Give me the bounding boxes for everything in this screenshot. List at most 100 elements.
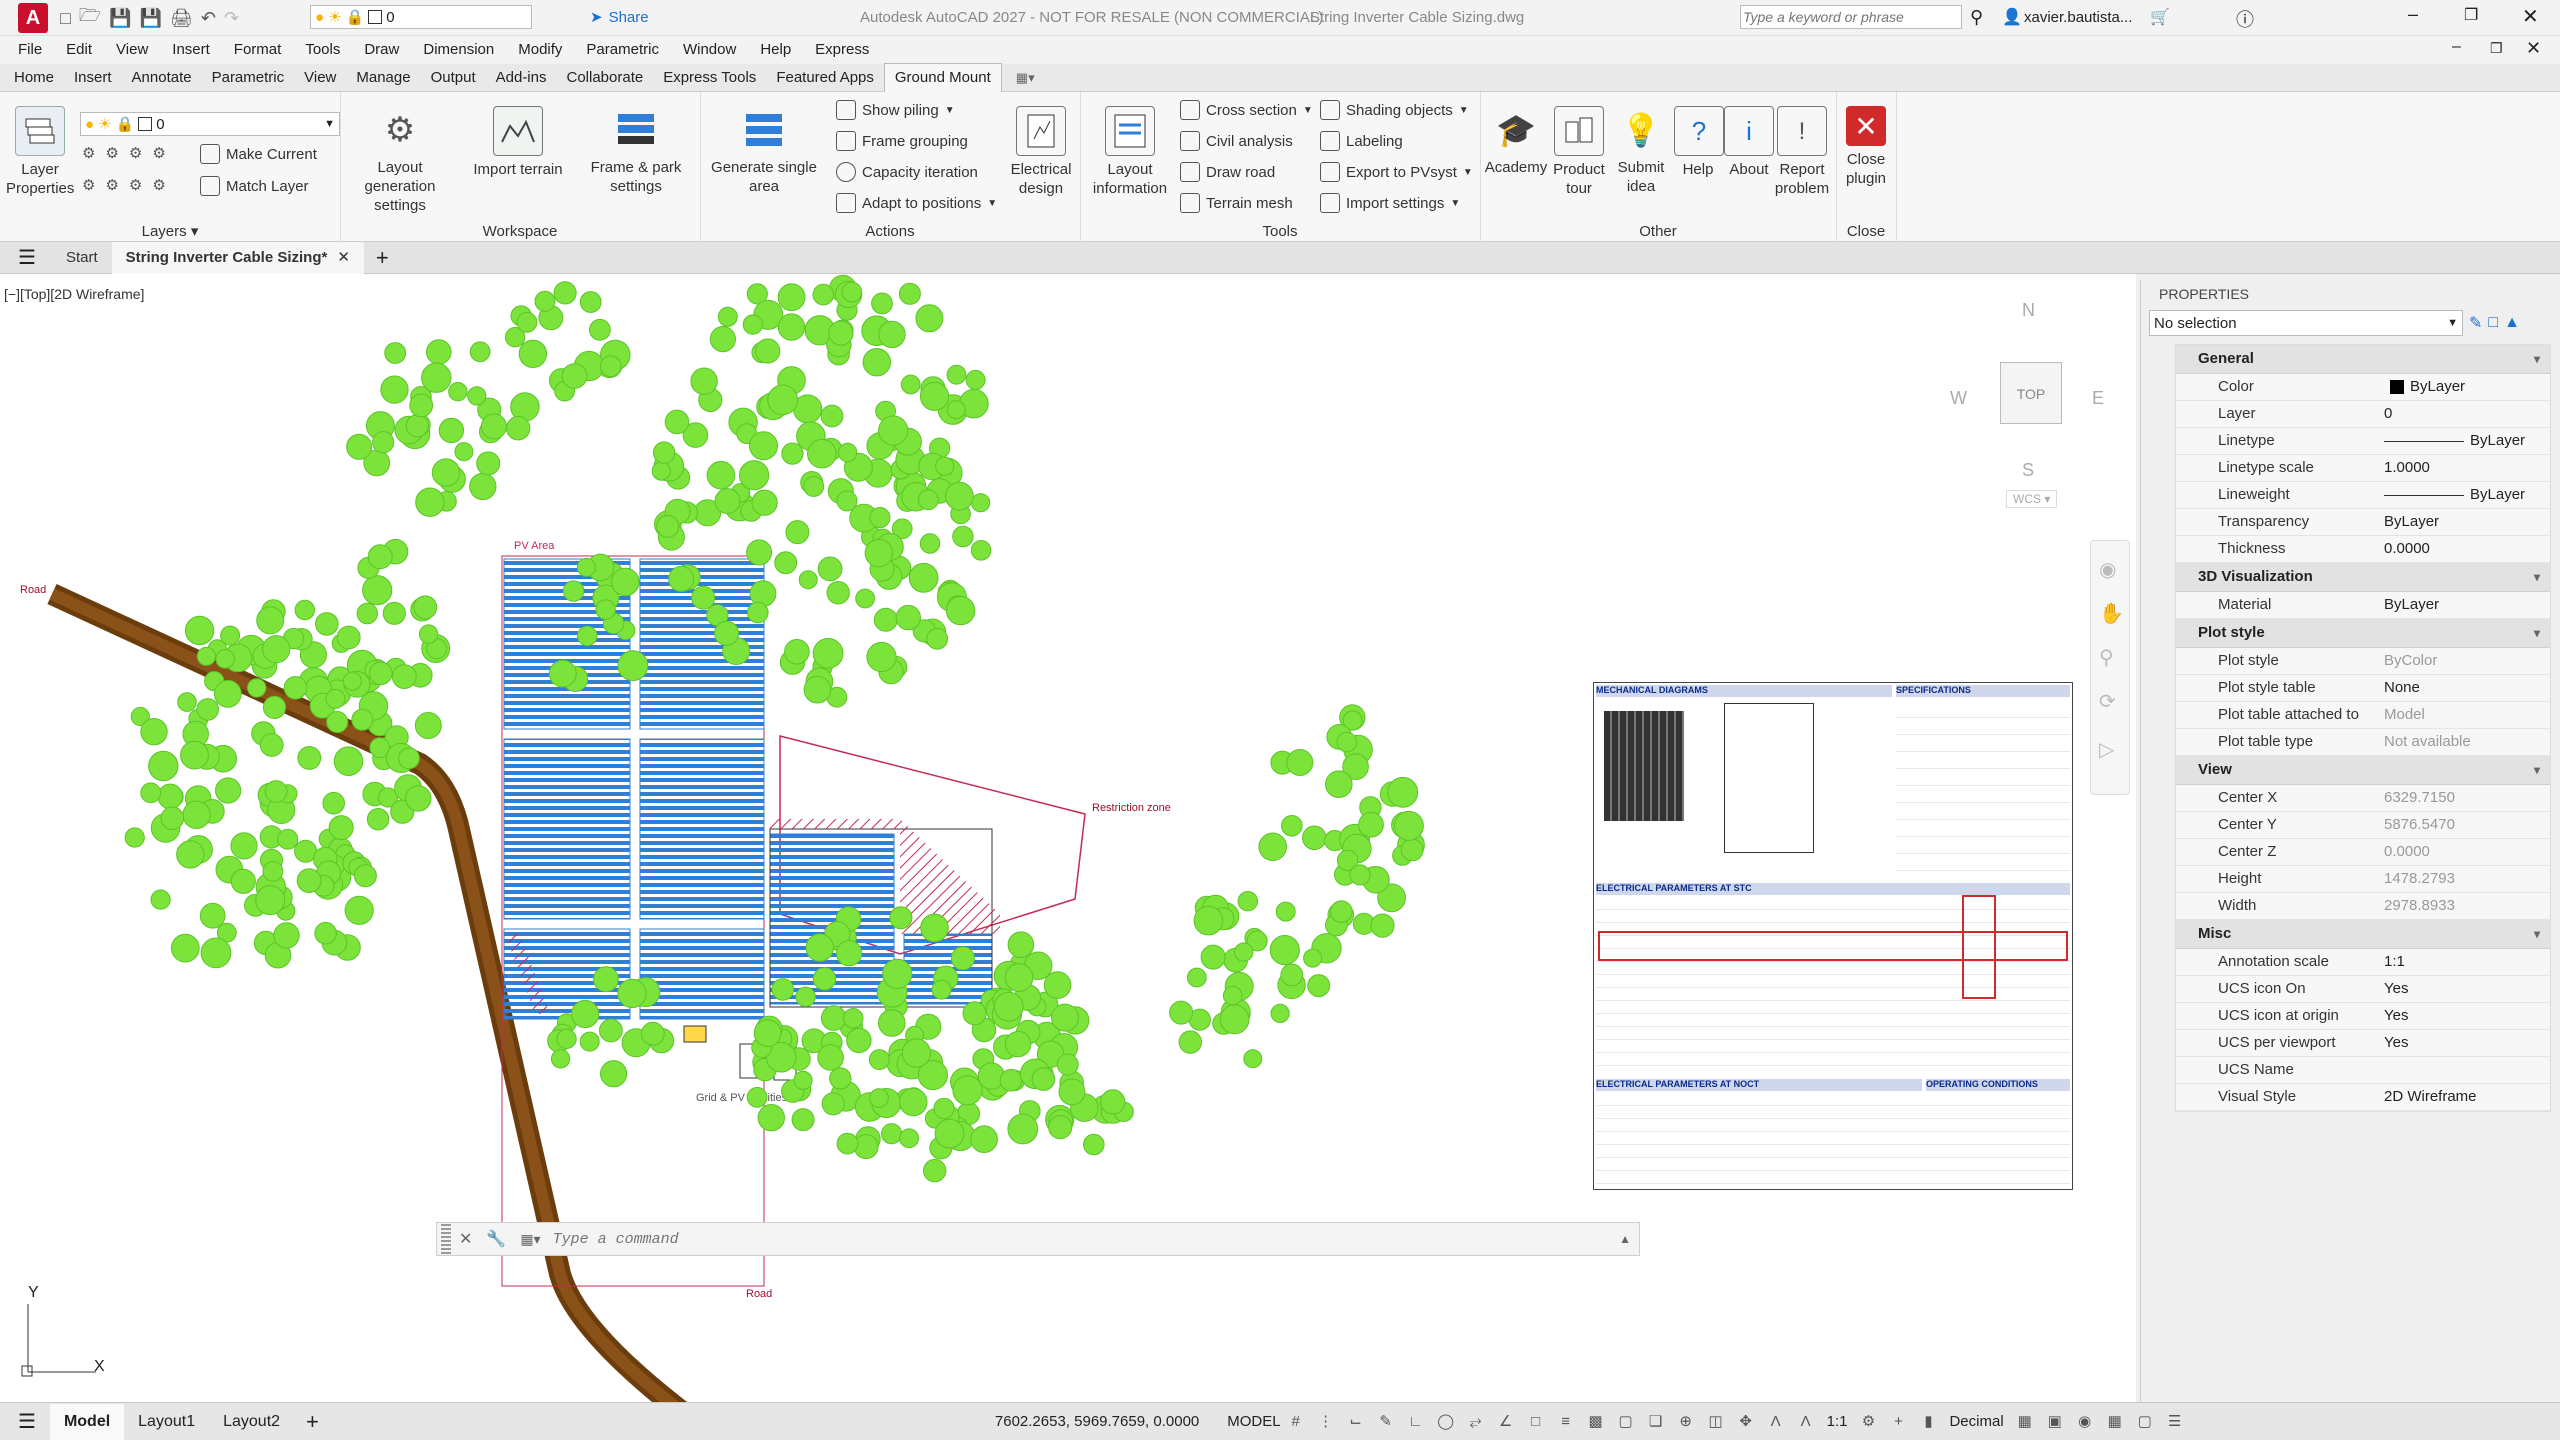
restore-icon[interactable]: ❐ [2464, 5, 2478, 25]
property-row[interactable]: Annotation scale 1:1 [2176, 949, 2550, 976]
gizmo-icon[interactable]: ✥ [1736, 1412, 1756, 1432]
layer-off-icon[interactable]: ⚙ [82, 144, 95, 162]
shading-objects-button[interactable]: Shading objects ▼ [1320, 100, 1469, 120]
tab-annotate[interactable]: Annotate [122, 64, 202, 92]
layer-quick-select[interactable]: ● ☀ 🔒 0 [310, 5, 532, 29]
property-row[interactable]: Plot style table None [2176, 675, 2550, 702]
submit-idea-button[interactable]: 💡 Submit idea [1610, 106, 1672, 196]
customize-icon[interactable]: 🔧 [486, 1229, 506, 1249]
property-row[interactable]: UCS per viewport Yes [2176, 1030, 2550, 1057]
product-tour-button[interactable]: Product tour [1550, 106, 1608, 198]
property-row[interactable]: Linetype ByLayer [2176, 428, 2550, 455]
property-row[interactable]: Material ByLayer [2176, 592, 2550, 619]
properties-section-header[interactable]: Plot style ▾ [2176, 619, 2550, 648]
menu-insert[interactable]: Insert [160, 36, 222, 64]
properties-section-header[interactable]: General ▾ [2176, 345, 2550, 374]
property-row[interactable]: Layer 0 [2176, 401, 2550, 428]
capacity-iteration-button[interactable]: Capacity iteration [836, 162, 978, 182]
infer-constraints-icon[interactable]: ⌙ [1346, 1412, 1366, 1432]
menu-express[interactable]: Express [803, 36, 881, 64]
import-settings-button[interactable]: Import settings ▼ [1320, 193, 1460, 213]
tab-featured-apps[interactable]: Featured Apps [766, 64, 884, 92]
quick-properties-icon[interactable]: ▦ [2015, 1412, 2035, 1432]
property-value[interactable]: 0 [2378, 401, 2550, 427]
property-value[interactable]: Not available [2378, 729, 2550, 755]
match-layer-button[interactable]: Match Layer [200, 176, 309, 196]
tab-start[interactable]: Start [52, 242, 112, 274]
coordinates-readout[interactable]: 7602.2653, 5969.7659, 0.0000 [995, 1413, 1199, 1430]
pickadd-icon[interactable]: ✎ [2469, 313, 2482, 333]
property-row[interactable]: Plot style ByColor [2176, 648, 2550, 675]
lock-ui-icon[interactable]: ▣ [2045, 1412, 2065, 1432]
collapse-icon[interactable]: ▾ [2534, 619, 2540, 647]
plot-icon[interactable]: 🖨 [170, 4, 193, 32]
new-tab-icon[interactable]: + [364, 245, 401, 271]
property-value[interactable]: 6329.7150 [2378, 785, 2550, 811]
property-value[interactable]: 1478.2793 [2378, 866, 2550, 892]
tab-collaborate[interactable]: Collaborate [556, 64, 653, 92]
property-value[interactable]: Yes [2378, 1003, 2550, 1029]
customize-status-icon[interactable]: ☰ [2165, 1412, 2185, 1432]
property-row[interactable]: Thickness 0.0000 [2176, 536, 2550, 563]
zoom-icon[interactable]: ⚲ [2099, 645, 2114, 670]
tab-insert[interactable]: Insert [64, 64, 122, 92]
wcs-menu[interactable]: WCS ▾ [2006, 490, 2058, 508]
grip-icon[interactable] [441, 1224, 451, 1254]
property-value[interactable]: 0.0000 [2378, 839, 2550, 865]
viewcube-east[interactable]: E [2092, 388, 2104, 409]
viewcube-west[interactable]: W [1950, 388, 1967, 409]
transparency-icon[interactable]: ▩ [1586, 1412, 1606, 1432]
model-space-button[interactable]: MODEL [1227, 1413, 1280, 1430]
layers-panel-label[interactable]: Layers ▾ [0, 222, 340, 240]
collapse-icon[interactable]: ▾ [2534, 756, 2540, 784]
clean-screen-icon[interactable]: ▢ [2135, 1412, 2155, 1432]
property-value[interactable]: 2D Wireframe [2378, 1084, 2550, 1110]
frame-grouping-button[interactable]: Frame grouping [836, 131, 968, 151]
layer-isolate-icon[interactable]: ⚙ [105, 144, 118, 162]
properties-section-header[interactable]: 3D Visualization ▾ [2176, 563, 2550, 592]
tab-layout2[interactable]: Layout2 [209, 1404, 294, 1440]
property-value[interactable]: ByColor [2378, 648, 2550, 674]
selection-cycling-icon[interactable]: ▢ [1616, 1412, 1636, 1432]
grid-icon[interactable]: # [1286, 1412, 1306, 1432]
property-row[interactable]: Visual Style 2D Wireframe [2176, 1084, 2550, 1111]
property-value-wrap[interactable]: ByLayer [2378, 374, 2550, 400]
menu-window[interactable]: Window [671, 36, 748, 64]
menu-help[interactable]: Help [748, 36, 803, 64]
report-problem-button[interactable]: ! Report problem [1770, 106, 1834, 198]
save-as-icon[interactable]: 💾 [140, 4, 162, 32]
academy-button[interactable]: 🎓 Academy [1484, 106, 1548, 177]
isometric-icon[interactable]: ⥂ [1466, 1412, 1486, 1432]
user-name[interactable]: xavier.bautista... [2024, 9, 2132, 26]
property-value[interactable]: ByLayer [2378, 509, 2550, 535]
snap-icon[interactable]: ⋮ [1316, 1412, 1336, 1432]
properties-section-header[interactable]: Misc ▾ [2176, 920, 2550, 949]
property-value[interactable]: 1:1 [2378, 949, 2550, 975]
annotation-visibility-icon[interactable]: Λ [1766, 1412, 1786, 1432]
menu-format[interactable]: Format [222, 36, 294, 64]
generate-single-area-button[interactable]: Generate single area [708, 106, 820, 196]
close-window-icon[interactable]: ✕ [2522, 4, 2539, 29]
search-input[interactable] [1740, 5, 1962, 29]
app-menu-button[interactable]: A [18, 3, 48, 33]
tab-drawing[interactable]: String Inverter Cable Sizing* ✕ [111, 241, 364, 274]
frame-park-settings-button[interactable]: Frame & park settings [580, 106, 692, 196]
isolate-objects-icon[interactable]: ◉ [2075, 1412, 2095, 1432]
tab-layout1[interactable]: Layout1 [124, 1404, 209, 1440]
units-dropdown[interactable]: Decimal [1949, 1413, 2003, 1430]
property-row[interactable]: Transparency ByLayer [2176, 509, 2550, 536]
viewcube[interactable]: N W E S TOP [1940, 298, 2120, 498]
labeling-button[interactable]: Labeling [1320, 131, 1403, 151]
property-value[interactable]: Model [2378, 702, 2550, 728]
selection-dropdown[interactable]: No selection ▼ [2149, 310, 2463, 336]
layout-generation-button[interactable]: ⚙ Layout generation settings [344, 106, 456, 215]
auto-scale-icon[interactable]: Λ [1796, 1412, 1816, 1432]
quick-select-icon[interactable]: ▲ [2504, 314, 2520, 332]
close-tab-icon[interactable]: ✕ [337, 242, 350, 274]
new-icon[interactable]: □ [60, 4, 71, 32]
property-row[interactable]: UCS icon at origin Yes [2176, 1003, 2550, 1030]
doc-minimize-icon[interactable]: – [2452, 38, 2461, 56]
tab-home[interactable]: Home [4, 64, 64, 92]
3d-osnap-icon[interactable]: ❏ [1646, 1412, 1666, 1432]
layer-lock-icon[interactable]: ⚙ [152, 144, 165, 162]
